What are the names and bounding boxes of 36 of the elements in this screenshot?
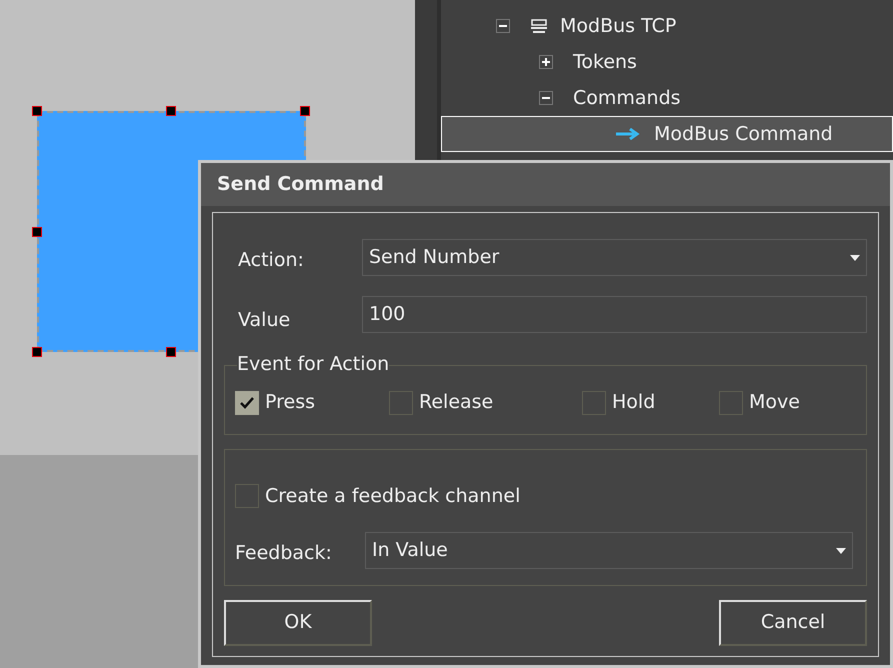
action-dropdown[interactable]: Send Number bbox=[362, 239, 867, 276]
checkbox[interactable] bbox=[582, 390, 606, 414]
resize-handle[interactable] bbox=[32, 106, 42, 116]
collapse-icon[interactable] bbox=[496, 19, 510, 33]
expand-icon[interactable] bbox=[539, 55, 553, 69]
checkbox-label: Move bbox=[749, 390, 800, 416]
dialog-button[interactable]: OK bbox=[224, 600, 372, 646]
resize-handle[interactable] bbox=[300, 106, 310, 116]
dropdown-arrow-icon bbox=[850, 254, 860, 260]
value-field[interactable]: 100 bbox=[362, 296, 867, 333]
field-label: Feedback: bbox=[235, 541, 333, 566]
resize-handle[interactable] bbox=[32, 227, 42, 237]
tree-item[interactable]: Commands bbox=[573, 84, 681, 112]
dialog-button[interactable]: Cancel bbox=[719, 600, 867, 646]
resize-handle[interactable] bbox=[166, 106, 176, 116]
checkbox-label: Release bbox=[419, 390, 494, 416]
tree-item[interactable]: ModBus TCP bbox=[560, 12, 676, 40]
checkbox-label: Create a feedback channel bbox=[265, 484, 520, 508]
field-label: Value bbox=[238, 308, 292, 333]
checkbox-label: Hold bbox=[612, 390, 656, 416]
checkbox[interactable] bbox=[235, 390, 259, 414]
checkbox[interactable] bbox=[235, 484, 259, 508]
checkbox[interactable] bbox=[389, 390, 413, 414]
resize-handle[interactable] bbox=[166, 347, 176, 357]
checkmark-icon bbox=[239, 396, 255, 410]
dialog-title: Send Command bbox=[201, 163, 890, 206]
collapse-icon[interactable] bbox=[539, 91, 553, 105]
tree-item[interactable]: Tokens bbox=[573, 48, 637, 76]
feedback-dropdown[interactable]: In Value bbox=[365, 532, 853, 569]
checkbox[interactable] bbox=[719, 390, 743, 414]
device-icon bbox=[530, 18, 548, 34]
field-label: Action: bbox=[238, 248, 305, 274]
resize-handle[interactable] bbox=[32, 347, 42, 357]
dropdown-arrow-icon bbox=[836, 548, 846, 554]
arrow-icon bbox=[616, 128, 642, 140]
checkbox-label: Press bbox=[265, 390, 316, 416]
